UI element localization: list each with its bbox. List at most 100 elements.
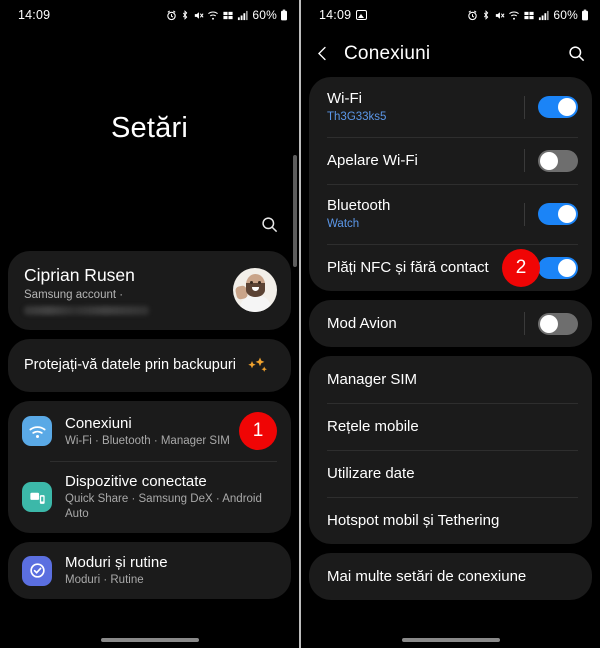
connected-devices-icon	[22, 482, 52, 512]
row-subtitle: Wi-Fi · Bluetooth · Manager SIM	[65, 434, 230, 447]
backup-label: Protejați-vă datele prin backupuri	[24, 357, 236, 373]
home-indicator	[401, 638, 500, 642]
setting-row-apelare-wifi[interactable]: Apelare Wi-Fi	[309, 137, 592, 184]
vertical-scrollbar[interactable]	[293, 155, 297, 267]
signal-icon	[539, 10, 549, 20]
app-bar: Conexiuni	[301, 30, 600, 77]
row-text: Apelare Wi-Fi	[327, 151, 524, 170]
wifi-icon	[208, 11, 219, 20]
wifi-settings-icon	[22, 416, 52, 446]
photo-icon	[356, 10, 368, 20]
search-icon[interactable]	[260, 215, 279, 234]
left-status-bar: 14:09 60%	[0, 0, 299, 30]
network-settings-card: Manager SIM Rețele mobile Utilizare date…	[309, 356, 592, 544]
home-indicator	[100, 638, 199, 642]
status-left-group: 14:09	[18, 8, 50, 22]
account-name: Ciprian Rusen	[24, 265, 135, 285]
row-text: Dispozitive conectate Quick Share · Sams…	[65, 472, 277, 522]
battery-icon	[281, 9, 287, 21]
status-time: 14:09	[319, 8, 352, 22]
dual-screenshot-stage: 14:09 60% Setări Ciprian Rusen Samsung a…	[0, 0, 600, 648]
step-badge-1: 1	[239, 412, 277, 450]
row-text: Rețele mobile	[327, 417, 578, 436]
row-title: Bluetooth	[327, 197, 391, 214]
row-text: Hotspot mobil și Tethering	[327, 511, 578, 530]
sidebar-item-moduri-si-rutine[interactable]: Moduri și rutine Moduri · Rutine	[8, 542, 291, 599]
backup-row[interactable]: Protejați-vă datele prin backupuri	[8, 339, 291, 392]
row-text: Wi-Fi Th3G33ks5	[327, 89, 524, 125]
step-badge-2: 2	[502, 248, 540, 287]
signal-icon	[238, 10, 248, 20]
status-left-group: 14:09	[319, 8, 368, 22]
status-right-group: 60%	[166, 8, 288, 22]
row-title: Manager SIM	[327, 371, 418, 388]
setting-row-bluetooth[interactable]: Bluetooth Watch	[309, 184, 592, 244]
row-text: Bluetooth Watch	[327, 196, 524, 232]
row-title: Apelare Wi-Fi	[327, 152, 418, 169]
network-icon	[223, 11, 233, 19]
row-text: Plăți NFC și fără contact	[327, 258, 524, 277]
status-right-group: 60%	[467, 8, 589, 22]
settings-group-card: Conexiuni Wi-Fi · Bluetooth · Manager SI…	[8, 401, 291, 533]
sidebar-item-conexiuni[interactable]: Conexiuni Wi-Fi · Bluetooth · Manager SI…	[8, 401, 291, 461]
status-time: 14:09	[18, 8, 51, 22]
setting-row-manager-sim[interactable]: Manager SIM	[309, 356, 592, 403]
wifi-toggle[interactable]	[538, 96, 578, 118]
more-connection-settings-card: Mai multe setări de conexiune	[309, 553, 592, 600]
setting-row-retele-mobile[interactable]: Rețele mobile	[309, 403, 592, 450]
modes-routines-icon	[22, 555, 52, 586]
setting-row-wifi[interactable]: Wi-Fi Th3G33ks5	[309, 77, 592, 137]
sidebar-item-dispozitive-conectate[interactable]: Dispozitive conectate Quick Share · Sams…	[8, 461, 291, 533]
modes-routines-card: Moduri și rutine Moduri · Rutine	[8, 542, 291, 599]
account-card[interactable]: Ciprian Rusen Samsung account ·	[8, 251, 291, 330]
account-row[interactable]: Ciprian Rusen Samsung account ·	[8, 251, 291, 330]
row-text: Mai multe setări de conexiune	[327, 567, 578, 586]
right-phone-screen: 14:09 60% Conexiuni Wi-Fi Th3G33ks5 Apel…	[301, 0, 600, 648]
setting-row-hotspot-tethering[interactable]: Hotspot mobil și Tethering	[309, 497, 592, 544]
toggle-separator	[524, 202, 525, 226]
airplane-mode-toggle[interactable]	[538, 312, 578, 335]
row-text: Utilizare date	[327, 464, 578, 483]
avatar[interactable]	[233, 267, 277, 312]
row-title: Conexiuni	[65, 414, 132, 432]
row-text: Moduri și rutine Moduri · Rutine	[65, 553, 277, 588]
row-title: Rețele mobile	[327, 418, 419, 435]
account-email-blurred	[24, 306, 149, 315]
row-text: Manager SIM	[327, 370, 578, 389]
network-icon	[524, 11, 534, 19]
row-title: Wi-Fi	[327, 90, 362, 107]
row-title: Hotspot mobil și Tethering	[327, 512, 500, 529]
bluetooth-toggle[interactable]	[538, 203, 578, 225]
back-chevron-icon[interactable]	[314, 44, 331, 63]
connections-toggles-card: Wi-Fi Th3G33ks5 Apelare Wi-Fi Bluetooth …	[309, 77, 592, 291]
row-title: Mod Avion	[327, 315, 397, 332]
toggle-separator	[524, 312, 525, 335]
nfc-toggle[interactable]	[538, 256, 578, 279]
row-subtitle: Moduri · Rutine	[65, 574, 144, 586]
row-title: Mai multe setări de conexiune	[327, 568, 527, 585]
right-status-bar: 14:09 60%	[301, 0, 600, 30]
status-battery-percent: 60%	[252, 8, 277, 22]
account-text: Ciprian Rusen Samsung account ·	[24, 264, 233, 315]
battery-icon	[582, 9, 588, 21]
alarm-icon	[468, 9, 478, 20]
setting-row-nfc[interactable]: Plăți NFC și fără contact 2	[309, 244, 592, 291]
backup-card[interactable]: Protejați-vă datele prin backupuri	[8, 339, 291, 392]
setting-row-mai-multe-setari[interactable]: Mai multe setări de conexiune	[309, 553, 592, 600]
row-title: Dispozitive conectate	[65, 473, 207, 490]
left-phone-screen: 14:09 60% Setări Ciprian Rusen Samsung a…	[0, 0, 299, 648]
wifi-calling-toggle[interactable]	[538, 149, 578, 172]
sparkles-icon	[245, 355, 269, 375]
account-subtitle: Samsung account ·	[24, 289, 124, 301]
wifi-icon	[509, 11, 520, 20]
app-bar-title: Conexiuni	[344, 42, 431, 64]
search-icon[interactable]	[567, 44, 586, 63]
bluetooth-icon	[183, 10, 188, 20]
toggle-separator	[524, 95, 525, 119]
setting-row-utilizare-date[interactable]: Utilizare date	[309, 450, 592, 497]
row-subtitle: Watch	[327, 218, 360, 230]
bluetooth-icon	[484, 10, 489, 20]
row-subtitle: Quick Share · Samsung DeX · Android Auto	[65, 493, 262, 520]
setting-row-mod-avion[interactable]: Mod Avion	[309, 300, 592, 347]
toggle-separator	[524, 149, 525, 172]
